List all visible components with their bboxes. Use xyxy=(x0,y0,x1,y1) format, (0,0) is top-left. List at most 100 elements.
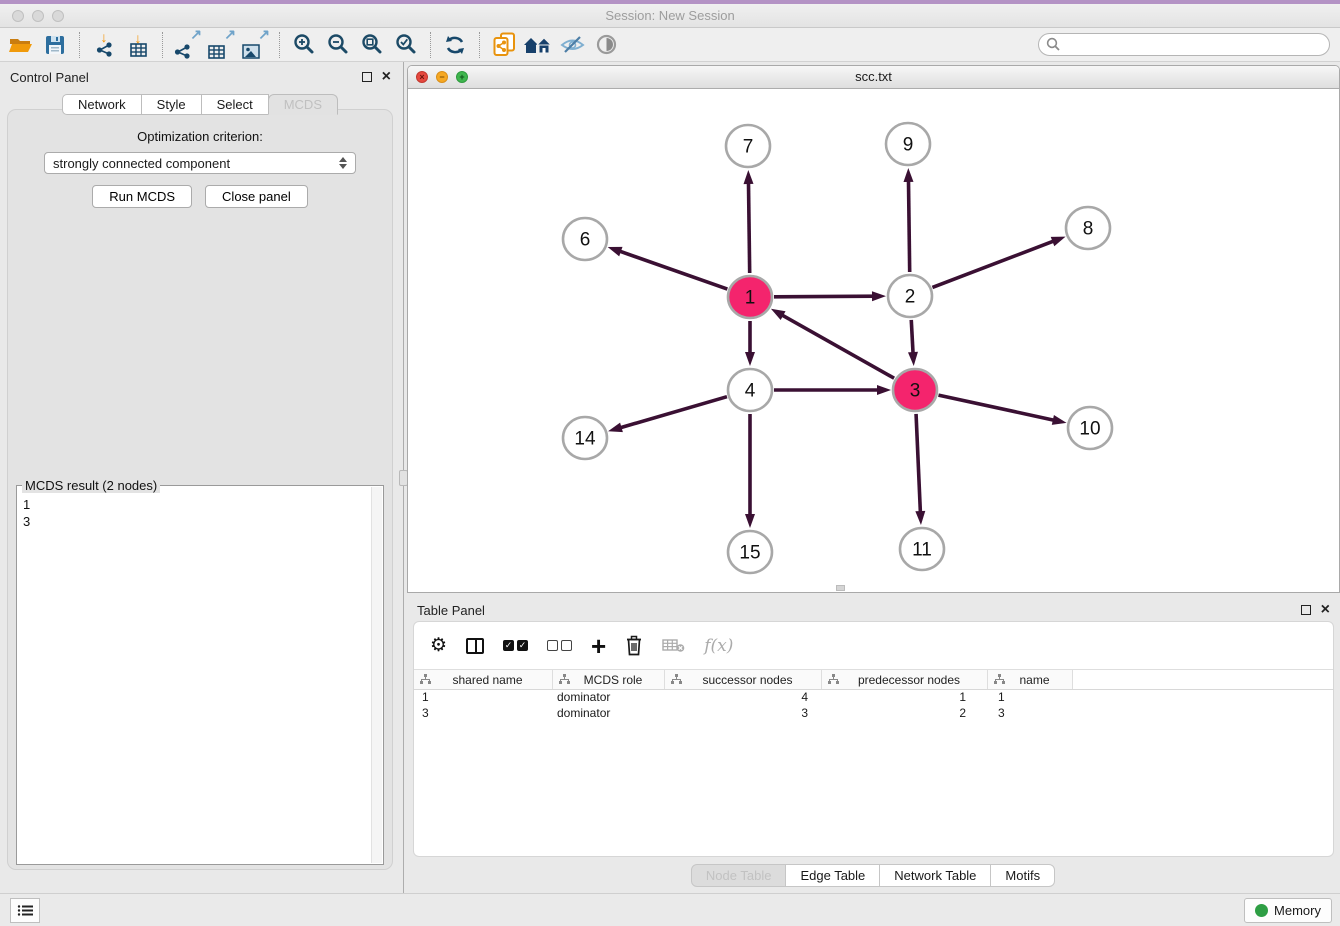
tab-node-table[interactable]: Node Table xyxy=(691,864,787,887)
edge-arrowhead xyxy=(745,352,755,366)
import-table-icon[interactable]: ↓ xyxy=(121,30,155,60)
memory-button[interactable]: Memory xyxy=(1244,898,1332,923)
edge-3-10[interactable] xyxy=(938,395,1055,420)
select-stepper-icon xyxy=(339,157,347,169)
close-window-button[interactable] xyxy=(12,10,24,22)
table-cell[interactable]: 2 xyxy=(822,706,988,722)
task-history-button[interactable] xyxy=(10,898,40,923)
export-network-icon[interactable]: ↗ xyxy=(170,30,204,60)
edge-4-14[interactable] xyxy=(619,397,727,429)
show-graphics-details-icon[interactable] xyxy=(589,30,623,60)
save-session-icon[interactable] xyxy=(38,30,72,60)
edge-2-9[interactable] xyxy=(908,179,909,272)
table-cell[interactable]: 1 xyxy=(414,690,553,706)
export-table-icon[interactable]: ↗ xyxy=(204,30,238,60)
zoom-window-button[interactable] xyxy=(52,10,64,22)
optimization-criterion-label: Optimization criterion: xyxy=(8,129,392,144)
minimize-window-button[interactable] xyxy=(32,10,44,22)
column-header-shared-name[interactable]: shared name xyxy=(414,670,553,689)
tab-motifs[interactable]: Motifs xyxy=(990,864,1055,887)
tab-style[interactable]: Style xyxy=(141,94,202,115)
edge-2-8[interactable] xyxy=(932,240,1055,287)
column-panel-icon[interactable] xyxy=(466,638,484,654)
first-neighbors-icon[interactable] xyxy=(521,30,555,60)
edge-arrowhead xyxy=(915,511,925,525)
edge-3-11[interactable] xyxy=(916,414,920,514)
delete-column-icon[interactable] xyxy=(625,635,643,656)
close-table-panel-icon[interactable]: × xyxy=(1321,605,1330,615)
table-cell[interactable]: dominator xyxy=(553,690,665,706)
delete-table-icon[interactable] xyxy=(662,638,685,653)
edge-arrowhead xyxy=(744,170,754,184)
table-row[interactable]: 1dominator411 xyxy=(414,690,1333,706)
canvas-scroll-thumb[interactable] xyxy=(836,585,845,591)
select-all-columns-icon[interactable]: ✓✓ xyxy=(503,640,528,651)
float-table-panel-icon[interactable] xyxy=(1301,605,1311,615)
search-input[interactable] xyxy=(1065,35,1329,54)
criterion-select[interactable]: strongly connected component xyxy=(44,152,356,174)
table-cell[interactable]: 4 xyxy=(665,690,822,706)
tab-network[interactable]: Network xyxy=(62,94,142,115)
network-graph[interactable]: 1234678910111415 xyxy=(408,89,1339,592)
export-image-icon[interactable]: ↗ xyxy=(238,30,272,60)
edge-arrowhead xyxy=(608,247,623,256)
table-cell[interactable]: 3 xyxy=(665,706,822,722)
edge-arrowhead xyxy=(1051,237,1066,247)
network-view-window: × − + scc.txt 1234678910111415 xyxy=(407,65,1340,593)
app-titlebar: Session: New Session xyxy=(0,4,1340,28)
result-scrollbar[interactable] xyxy=(371,487,382,863)
table-row[interactable]: 3dominator323 xyxy=(414,706,1333,722)
tab-select[interactable]: Select xyxy=(201,94,269,115)
refresh-view-icon[interactable] xyxy=(438,30,472,60)
clone-network-icon[interactable] xyxy=(487,30,521,60)
table-cell[interactable]: 1 xyxy=(822,690,988,706)
control-panel-header: Control Panel × xyxy=(0,62,401,88)
window-controls xyxy=(12,10,64,22)
edge-arrowhead xyxy=(904,168,914,182)
node-label-3: 3 xyxy=(910,381,921,402)
close-network-button[interactable]: × xyxy=(416,71,428,83)
zoom-in-icon[interactable] xyxy=(287,30,321,60)
import-network-icon[interactable]: ↓ xyxy=(87,30,121,60)
close-panel-icon[interactable]: × xyxy=(382,72,391,82)
zoom-out-icon[interactable] xyxy=(321,30,355,60)
network-canvas[interactable]: 1234678910111415 xyxy=(408,89,1339,592)
open-session-icon[interactable] xyxy=(4,30,38,60)
edge-1-2[interactable] xyxy=(774,296,875,297)
edge-1-7[interactable] xyxy=(748,181,749,273)
table-cell[interactable]: 3 xyxy=(414,706,553,722)
function-builder-icon[interactable]: f(x) xyxy=(704,636,733,656)
tab-mcds[interactable]: MCDS xyxy=(268,94,338,115)
deselect-all-columns-icon[interactable] xyxy=(547,640,572,651)
zoom-fit-icon[interactable] xyxy=(355,30,389,60)
table-cell[interactable]: dominator xyxy=(553,706,665,722)
node-label-4: 4 xyxy=(745,381,756,402)
tab-network-table[interactable]: Network Table xyxy=(879,864,991,887)
edge-3-1[interactable] xyxy=(780,314,894,378)
zoom-selected-icon[interactable] xyxy=(389,30,423,60)
edge-2-3[interactable] xyxy=(911,320,913,355)
table-settings-icon[interactable]: ⚙ xyxy=(430,634,447,657)
close-panel-button[interactable]: Close panel xyxy=(205,185,308,208)
column-header-successor-nodes[interactable]: successor nodes xyxy=(665,670,822,689)
column-header-predecessor-nodes[interactable]: predecessor nodes xyxy=(822,670,988,689)
network-window-titlebar[interactable]: × − + scc.txt xyxy=(408,66,1339,89)
node-label-10: 10 xyxy=(1079,419,1100,440)
column-header-MCDS-role[interactable]: MCDS role xyxy=(553,670,665,689)
search-field[interactable] xyxy=(1038,33,1330,56)
mcds-result-list[interactable]: 13 xyxy=(17,486,383,534)
table-cell[interactable]: 3 xyxy=(988,706,1073,722)
column-header-name[interactable]: name xyxy=(988,670,1073,689)
edge-arrowhead xyxy=(872,291,886,301)
table-cell[interactable]: 1 xyxy=(988,690,1073,706)
edge-arrowhead xyxy=(745,514,755,528)
add-column-icon[interactable]: + xyxy=(591,636,606,656)
search-icon xyxy=(1046,37,1061,52)
tab-edge-table[interactable]: Edge Table xyxy=(785,864,880,887)
hide-selected-icon[interactable] xyxy=(555,30,589,60)
minimize-network-button[interactable]: − xyxy=(436,71,448,83)
run-mcds-button[interactable]: Run MCDS xyxy=(92,185,192,208)
zoom-network-button[interactable]: + xyxy=(456,71,468,83)
edge-1-6[interactable] xyxy=(618,251,727,289)
float-panel-icon[interactable] xyxy=(362,72,372,82)
